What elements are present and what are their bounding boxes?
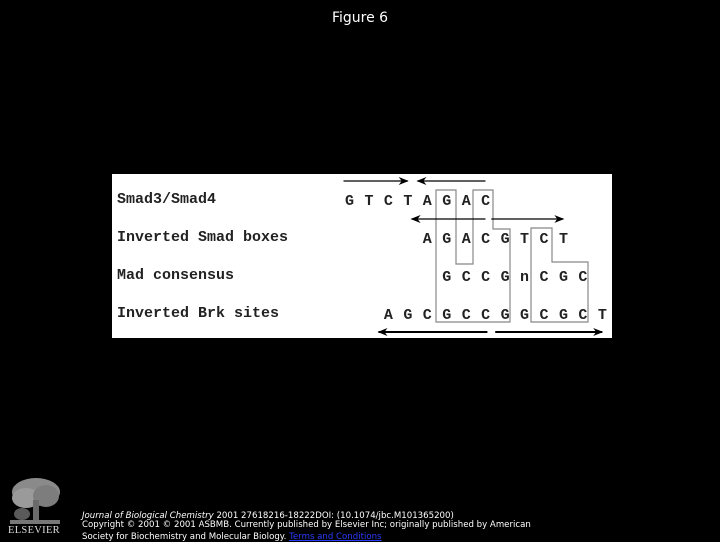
- sequence-letter: G: [501, 269, 510, 286]
- sequence-letter: A: [423, 231, 432, 248]
- elsevier-wordmark: ELSEVIER: [8, 525, 60, 536]
- sequence-letter: C: [423, 307, 432, 324]
- sequence-letter: T: [520, 231, 529, 248]
- sequence-letter: A: [384, 307, 393, 324]
- sequence-letter: T: [403, 193, 412, 210]
- citation-footer: Journal of Biological Chemistry 2001 276…: [82, 512, 531, 542]
- sequence-alignment: G T C T A G A CA G A C G T C TG C C Gn C G CA G C G C C G G C G C T: [343, 177, 607, 336]
- society-line: Society for Biochemistry and Molecular B…: [82, 532, 290, 542]
- sequence-letter: T: [559, 231, 568, 248]
- sequence-letter: C: [384, 193, 393, 210]
- sequence-letter: G: [501, 231, 510, 248]
- sequence-letter: G: [442, 193, 451, 210]
- figure-title: Figure 6: [331, 10, 389, 26]
- sequence-letter: A: [462, 231, 471, 248]
- sequence-letter: G: [403, 307, 412, 324]
- elsevier-tree-icon: [6, 476, 64, 526]
- sequence-letter: G: [520, 307, 529, 324]
- sequence-letter: C: [578, 269, 587, 286]
- sequence-letter: C: [462, 269, 471, 286]
- sequence-letter: C: [578, 307, 587, 324]
- sequence-letter: G: [442, 269, 451, 286]
- sequence-letter: G: [442, 231, 451, 248]
- sequence-letter: C: [481, 193, 490, 210]
- sequence-letter: A: [423, 193, 432, 210]
- sequence-letter: T: [598, 307, 607, 324]
- sequence-letter: A: [462, 193, 471, 210]
- copyright-line: Copyright © 2001 © 2001 ASBMB. Currently…: [82, 520, 531, 530]
- sequence-letter: G: [559, 269, 568, 286]
- sequence-letter: C: [481, 231, 490, 248]
- sequence-letter: G: [345, 193, 354, 210]
- sequence-letter: G: [442, 307, 451, 324]
- sequence-letter: C: [539, 307, 548, 324]
- figure-panel: Smad3/Smad4 Inverted Smad boxes Mad cons…: [112, 174, 612, 338]
- sequence-letter: G: [559, 307, 568, 324]
- sequence-letter: C: [539, 269, 548, 286]
- sequence-letter: C: [481, 307, 490, 324]
- sequence-letter: n: [520, 269, 529, 286]
- sequence-letter: G: [501, 307, 510, 324]
- sequence-letter: T: [364, 193, 373, 210]
- sequence-letter: C: [462, 307, 471, 324]
- sequence-letter: C: [481, 269, 490, 286]
- terms-and-conditions-link[interactable]: Terms and Conditions: [289, 532, 381, 542]
- sequence-letter: C: [539, 231, 548, 248]
